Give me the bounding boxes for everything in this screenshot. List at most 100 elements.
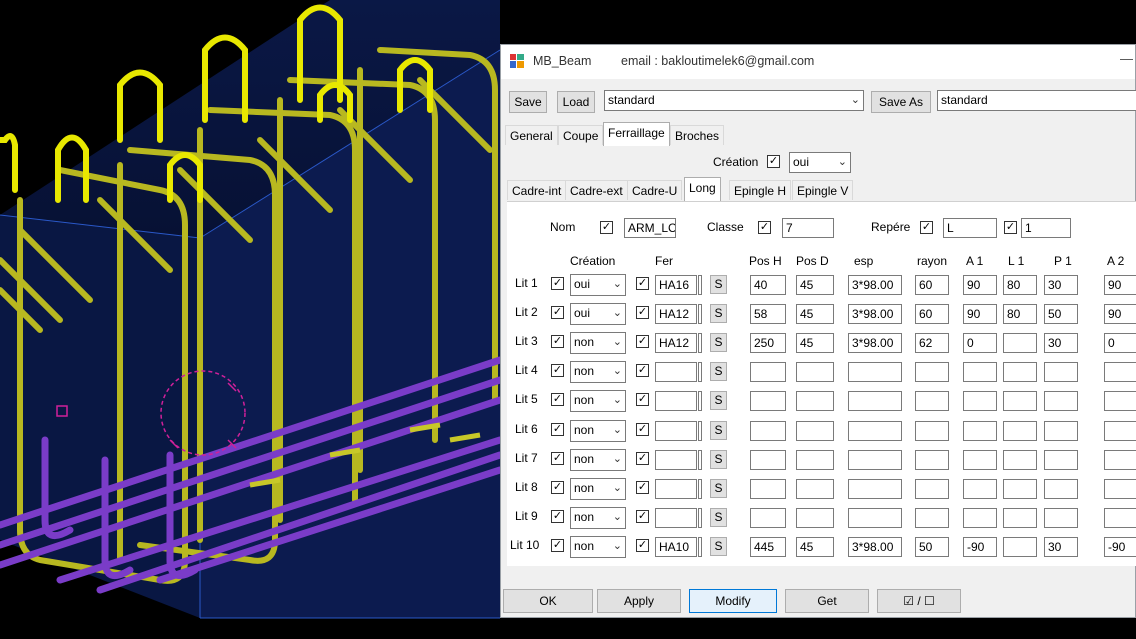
creation-select[interactable]: oui ⌄: [789, 152, 851, 173]
lit-rayon-input[interactable]: [915, 508, 949, 528]
lit-pos-h-input[interactable]: 445: [750, 537, 786, 557]
lit-l1-input[interactable]: [1003, 421, 1037, 441]
lit-s-button[interactable]: S: [710, 333, 727, 352]
repere2-checkbox[interactable]: ✓: [1004, 221, 1017, 234]
lit-l1-input[interactable]: 80: [1003, 275, 1037, 295]
lit-pos-d-input[interactable]: [796, 450, 834, 470]
lit-fer-checkbox[interactable]: ✓: [636, 393, 649, 406]
lit-rayon-input[interactable]: [915, 450, 949, 470]
lit-creation-select[interactable]: non ⌄: [570, 332, 626, 354]
lit-fer-input[interactable]: [655, 362, 697, 382]
lit-pos-d-input[interactable]: [796, 508, 834, 528]
lit-fer-input[interactable]: HA12: [655, 304, 697, 324]
lit-rayon-input[interactable]: [915, 479, 949, 499]
lit-a1-input[interactable]: [963, 362, 997, 382]
lit-checkbox[interactable]: ✓: [551, 539, 564, 552]
lit-fer-checkbox[interactable]: ✓: [636, 539, 649, 552]
lit-l1-input[interactable]: 80: [1003, 304, 1037, 324]
lit-a2-input[interactable]: -90: [1104, 537, 1136, 557]
repere2-input[interactable]: 1: [1021, 218, 1071, 238]
lit-a1-input[interactable]: 90: [963, 304, 997, 324]
lit-a1-input[interactable]: 90: [963, 275, 997, 295]
lit-fer-checkbox[interactable]: ✓: [636, 364, 649, 377]
lit-fer-input[interactable]: HA10: [655, 537, 697, 557]
lit-checkbox[interactable]: ✓: [551, 277, 564, 290]
lit-fer-checkbox[interactable]: ✓: [636, 423, 649, 436]
subtab-long[interactable]: Long: [684, 177, 721, 201]
lit-a2-input[interactable]: 90: [1104, 275, 1136, 295]
tab-general[interactable]: General: [505, 125, 558, 145]
lit-checkbox[interactable]: ✓: [551, 335, 564, 348]
lit-pos-d-input[interactable]: [796, 479, 834, 499]
lit-fer-input[interactable]: [655, 479, 697, 499]
lit-s-button[interactable]: S: [710, 537, 727, 556]
repere-input[interactable]: L: [943, 218, 997, 238]
lit-checkbox[interactable]: ✓: [551, 423, 564, 436]
lit-esp-input[interactable]: 3*98.00: [848, 537, 902, 557]
subtab-cadre-int[interactable]: Cadre-int: [507, 180, 567, 200]
apply-button[interactable]: Apply: [597, 589, 681, 613]
lit-esp-input[interactable]: [848, 479, 902, 499]
lit-l1-input[interactable]: [1003, 362, 1037, 382]
creation-checkbox[interactable]: ✓: [767, 155, 780, 168]
lit-pos-d-input[interactable]: 45: [796, 304, 834, 324]
lit-creation-select[interactable]: non ⌄: [570, 478, 626, 500]
lit-p1-input[interactable]: [1044, 508, 1078, 528]
lit-esp-input[interactable]: [848, 450, 902, 470]
lit-checkbox[interactable]: ✓: [551, 452, 564, 465]
lit-s-button[interactable]: S: [710, 362, 727, 381]
lit-a2-input[interactable]: 0: [1104, 333, 1136, 353]
lit-fer-checkbox[interactable]: ✓: [636, 306, 649, 319]
lit-pos-h-input[interactable]: [750, 479, 786, 499]
save-button[interactable]: Save: [509, 91, 547, 113]
lit-p1-input[interactable]: 30: [1044, 275, 1078, 295]
lit-creation-select[interactable]: oui ⌄: [570, 274, 626, 296]
lit-rayon-input[interactable]: [915, 391, 949, 411]
lit-esp-input[interactable]: 3*98.00: [848, 275, 902, 295]
lit-pos-d-input[interactable]: [796, 362, 834, 382]
lit-a1-input[interactable]: [963, 508, 997, 528]
lit-rayon-input[interactable]: 62: [915, 333, 949, 353]
lit-s-button[interactable]: S: [710, 421, 727, 440]
lit-fer-input[interactable]: HA12: [655, 333, 697, 353]
lit-pos-h-input[interactable]: 250: [750, 333, 786, 353]
lit-pos-h-input[interactable]: [750, 450, 786, 470]
lit-rayon-input[interactable]: [915, 362, 949, 382]
lit-fer-checkbox[interactable]: ✓: [636, 510, 649, 523]
lit-creation-select[interactable]: non ⌄: [570, 536, 626, 558]
lit-fer-input[interactable]: HA16: [655, 275, 697, 295]
lit-l1-input[interactable]: [1003, 479, 1037, 499]
lit-esp-input[interactable]: [848, 421, 902, 441]
lit-a2-input[interactable]: 90: [1104, 304, 1136, 324]
subtab-cadre-ext[interactable]: Cadre-ext: [565, 180, 628, 200]
lit-a2-input[interactable]: [1104, 508, 1136, 528]
lit-checkbox[interactable]: ✓: [551, 510, 564, 523]
lit-s-button[interactable]: S: [710, 391, 727, 410]
lit-a2-input[interactable]: [1104, 479, 1136, 499]
lit-creation-select[interactable]: non ⌄: [570, 361, 626, 383]
lit-a1-input[interactable]: 0: [963, 333, 997, 353]
lit-creation-select[interactable]: non ⌄: [570, 507, 626, 529]
lit-pos-h-input[interactable]: [750, 508, 786, 528]
lit-fer-checkbox[interactable]: ✓: [636, 481, 649, 494]
lit-rayon-input[interactable]: 60: [915, 304, 949, 324]
lit-checkbox[interactable]: ✓: [551, 306, 564, 319]
lit-creation-select[interactable]: non ⌄: [570, 449, 626, 471]
subtab-cadre-u[interactable]: Cadre-U: [627, 180, 683, 200]
save-as-button[interactable]: Save As: [871, 91, 931, 113]
lit-a2-input[interactable]: [1104, 362, 1136, 382]
classe-checkbox[interactable]: ✓: [758, 221, 771, 234]
lit-pos-h-input[interactable]: 40: [750, 275, 786, 295]
lit-pos-d-input[interactable]: 45: [796, 333, 834, 353]
lit-a1-input[interactable]: -90: [963, 537, 997, 557]
lit-rayon-input[interactable]: 60: [915, 275, 949, 295]
nom-input[interactable]: ARM_LC: [624, 218, 676, 238]
lit-a2-input[interactable]: [1104, 450, 1136, 470]
lit-p1-input[interactable]: [1044, 421, 1078, 441]
subtab-epingle-h[interactable]: Epingle H: [729, 180, 792, 200]
ok-button[interactable]: OK: [503, 589, 593, 613]
lit-s-button[interactable]: S: [710, 304, 727, 323]
load-button[interactable]: Load: [557, 91, 595, 113]
lit-rayon-input[interactable]: [915, 421, 949, 441]
lit-checkbox[interactable]: ✓: [551, 481, 564, 494]
